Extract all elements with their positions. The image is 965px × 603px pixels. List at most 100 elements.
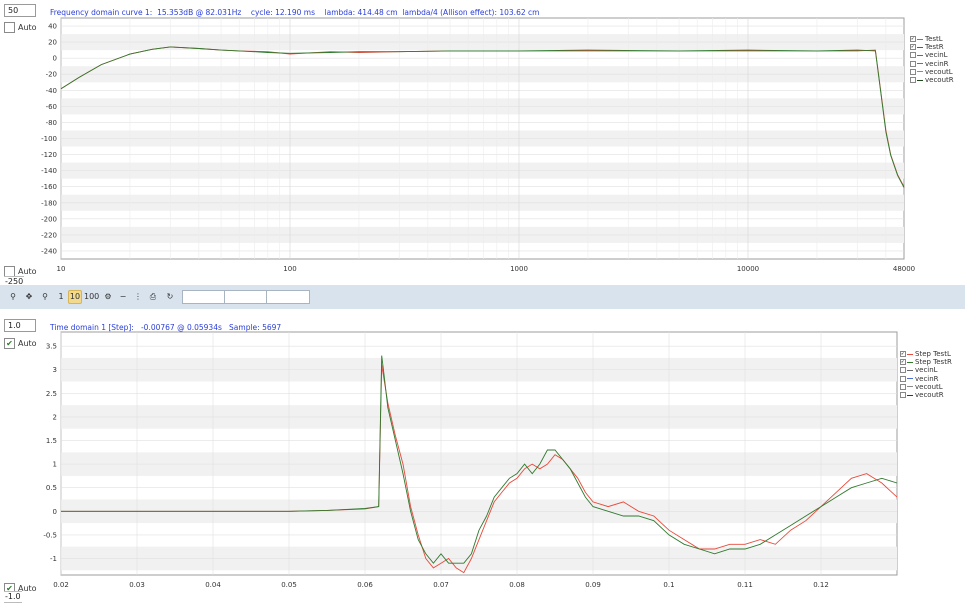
y-tick-label: 3 bbox=[53, 366, 57, 374]
legend-item[interactable]: ✔ TestR bbox=[910, 43, 954, 51]
y-tick-label: 40 bbox=[48, 23, 57, 31]
legend-checkbox[interactable] bbox=[910, 68, 916, 75]
legend-checkbox[interactable] bbox=[900, 367, 906, 374]
x-tick-label: 0.03 bbox=[129, 581, 145, 589]
legend-swatch bbox=[907, 369, 913, 371]
x-tick-label: 10000 bbox=[737, 265, 759, 273]
legend-label: vecinR bbox=[925, 59, 949, 68]
y-tick-label: -180 bbox=[41, 199, 57, 207]
legend-label: vecinL bbox=[915, 366, 938, 375]
legend-checkbox[interactable] bbox=[900, 375, 906, 382]
y-tick-label: 0.5 bbox=[46, 484, 57, 492]
pan-icon[interactable]: ✥ bbox=[23, 291, 35, 303]
x-tick-label: 0.04 bbox=[205, 581, 221, 589]
x-tick-label: 48000 bbox=[893, 265, 915, 273]
legend-item[interactable]: ✔ TestL bbox=[910, 35, 954, 43]
legend-item[interactable]: vecinL bbox=[910, 51, 954, 59]
legend-checkbox[interactable] bbox=[900, 383, 906, 390]
legend-swatch bbox=[917, 38, 923, 40]
x-tick-label: 0.09 bbox=[585, 581, 601, 589]
legend-label: vecoutR bbox=[915, 391, 944, 400]
legend-label: vecinL bbox=[925, 51, 948, 60]
legend-item[interactable]: vecoutR bbox=[910, 76, 954, 84]
legend-swatch bbox=[907, 386, 913, 388]
legend-checkbox[interactable] bbox=[910, 77, 916, 84]
legend-label: Step TestR bbox=[915, 358, 952, 367]
legend-item[interactable]: vecinR bbox=[910, 60, 954, 68]
x-tick-label: 0.07 bbox=[433, 581, 449, 589]
x-tick-label: 0.1 bbox=[663, 581, 674, 589]
y-tick-label: -240 bbox=[41, 247, 57, 255]
y-tick-label: -20 bbox=[46, 71, 57, 79]
toolbar-field-3[interactable] bbox=[266, 290, 310, 304]
zoom-10-button[interactable]: 10 bbox=[68, 290, 82, 304]
time-chart[interactable]: 3.5 3 2.5 2 1.5 1 0.5 0 -0.5 -1 0.02 0.03 0.04 0.05 0.… bbox=[0, 310, 965, 600]
legend-item[interactable]: ✔ Step TestL bbox=[900, 350, 952, 358]
y-tick-label: -1 bbox=[50, 555, 57, 563]
legend-checkbox[interactable]: ✔ bbox=[900, 359, 906, 366]
legend-item[interactable]: vecoutL bbox=[910, 68, 954, 76]
legend-item[interactable]: vecoutL bbox=[900, 383, 952, 391]
bars-icon[interactable]: ⋮ bbox=[132, 291, 144, 303]
zoom-100-button[interactable]: 100 bbox=[84, 291, 99, 303]
legend-item[interactable]: ✔ Step TestR bbox=[900, 358, 952, 366]
legend-checkbox[interactable]: ✔ bbox=[910, 44, 916, 51]
toolbar-field-1[interactable] bbox=[182, 290, 226, 304]
legend-checkbox[interactable]: ✔ bbox=[910, 36, 916, 43]
legend-swatch bbox=[907, 378, 913, 380]
legend-checkbox[interactable] bbox=[910, 52, 916, 59]
y-tick-label: -80 bbox=[46, 119, 57, 127]
y-tick-label: 0 bbox=[53, 55, 57, 63]
legend-label: vecinR bbox=[915, 374, 939, 383]
legend-checkbox[interactable]: ✔ bbox=[900, 351, 906, 358]
settings-icon[interactable]: ⚙ bbox=[102, 291, 114, 303]
legend-label: Step TestL bbox=[915, 350, 951, 359]
legend-label: vecoutR bbox=[925, 76, 954, 85]
x-tick-label: 0.11 bbox=[737, 581, 753, 589]
y-tick-label: -60 bbox=[46, 103, 57, 111]
y-tick-label: 2.5 bbox=[46, 390, 57, 398]
y-tick-label: -160 bbox=[41, 183, 57, 191]
frequency-chart[interactable]: 40 20 0 -20 -40 -60 -80 -100 -120 -140 -160 -180 -20… bbox=[0, 0, 965, 285]
legend-swatch bbox=[907, 353, 913, 355]
legend-swatch bbox=[917, 46, 923, 48]
legend-label: TestR bbox=[925, 43, 944, 52]
x-tick-label: 0.06 bbox=[357, 581, 373, 589]
toolbar-field-2[interactable] bbox=[224, 290, 268, 304]
y-tick-label: 2 bbox=[53, 413, 57, 421]
y-tick-label: -120 bbox=[41, 151, 57, 159]
x-tick-label: 0.02 bbox=[53, 581, 69, 589]
legend-item[interactable]: vecoutR bbox=[900, 391, 952, 399]
y-tick-label: 0 bbox=[53, 508, 57, 516]
freq-legend: ✔ TestL ✔ TestR vecinL vecinR vecoutL vecoutR bbox=[910, 35, 954, 84]
legend-swatch bbox=[917, 63, 923, 65]
y-tick-label: -40 bbox=[46, 87, 57, 95]
legend-item[interactable]: vecinL bbox=[900, 366, 952, 374]
y-tick-label: 3.5 bbox=[46, 343, 57, 351]
legend-label: TestL bbox=[925, 35, 943, 44]
x-tick-label: 0.08 bbox=[509, 581, 525, 589]
legend-checkbox[interactable] bbox=[900, 392, 906, 399]
legend-label: vecoutL bbox=[915, 382, 943, 391]
zoom-in-icon[interactable]: ⚲ bbox=[7, 291, 19, 303]
y-tick-label: -220 bbox=[41, 231, 57, 239]
zoom-out-icon[interactable]: ⚲ bbox=[39, 291, 51, 303]
zoom-1-button[interactable]: 1 bbox=[55, 291, 67, 303]
x-tick-label: 100 bbox=[283, 265, 296, 273]
x-tick-label: 1000 bbox=[510, 265, 528, 273]
legend-swatch bbox=[907, 361, 913, 363]
legend-swatch bbox=[907, 394, 913, 396]
print-icon[interactable]: ⎙ bbox=[147, 291, 159, 303]
minus-icon[interactable]: − bbox=[117, 291, 129, 303]
legend-checkbox[interactable] bbox=[910, 60, 916, 67]
y-tick-label: -0.5 bbox=[43, 531, 57, 539]
y-tick-label: 20 bbox=[48, 39, 57, 47]
reset-icon[interactable]: ↻ bbox=[164, 291, 176, 303]
time-legend: ✔ Step TestL ✔ Step TestR vecinL vecinR vecout… bbox=[900, 350, 952, 399]
legend-label: vecoutL bbox=[925, 67, 953, 76]
legend-swatch bbox=[917, 54, 923, 56]
y-tick-label: 1 bbox=[53, 461, 57, 469]
legend-item[interactable]: vecinR bbox=[900, 375, 952, 383]
x-tick-label: 0.12 bbox=[813, 581, 829, 589]
legend-swatch bbox=[917, 71, 923, 73]
